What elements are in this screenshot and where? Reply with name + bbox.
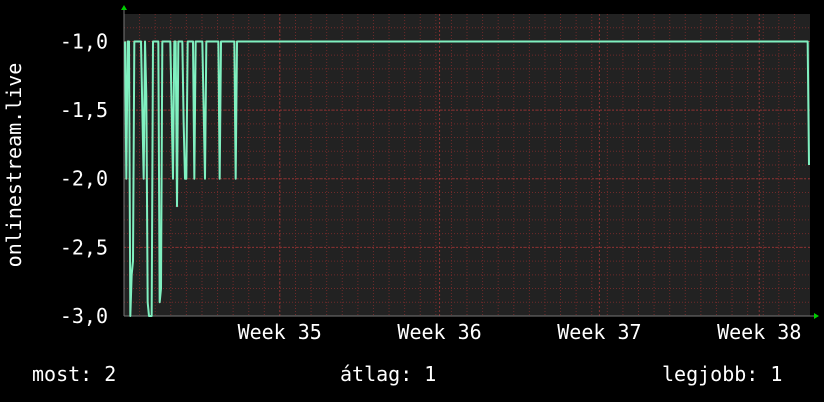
y-tick-label: -3,0 xyxy=(60,304,108,328)
x-axis-arrow-icon xyxy=(814,313,819,319)
x-tick-label: Week 35 xyxy=(238,320,322,344)
x-tick-label: Week 36 xyxy=(397,320,481,344)
x-tick-labels: Week 35 Week 36 Week 37 Week 38 xyxy=(238,320,802,344)
y-axis-arrow-icon xyxy=(121,5,127,10)
y-tick-label: -2,0 xyxy=(60,167,108,191)
chart: -1,0-1,5-2,0-2,5-3,0 Week 35 Week 36 Week … xyxy=(2,5,819,344)
x-tick-label: Week 37 xyxy=(557,320,641,344)
average-value-label: átlag: 1 xyxy=(340,362,437,386)
y-axis-label: onlinestream.live xyxy=(2,63,26,268)
y-tick-label: -1,5 xyxy=(60,98,108,122)
x-tick-label: Week 38 xyxy=(717,320,801,344)
y-tick-label: -2,5 xyxy=(60,235,108,259)
y-tick-label: -1,0 xyxy=(60,29,108,53)
best-value-label: legjobb: 1 xyxy=(662,362,783,386)
current-value-label: most: 2 xyxy=(32,362,117,386)
y-tick-labels: -1,0 -1,5 -2,0 -2,5 -3,0 xyxy=(60,29,108,328)
